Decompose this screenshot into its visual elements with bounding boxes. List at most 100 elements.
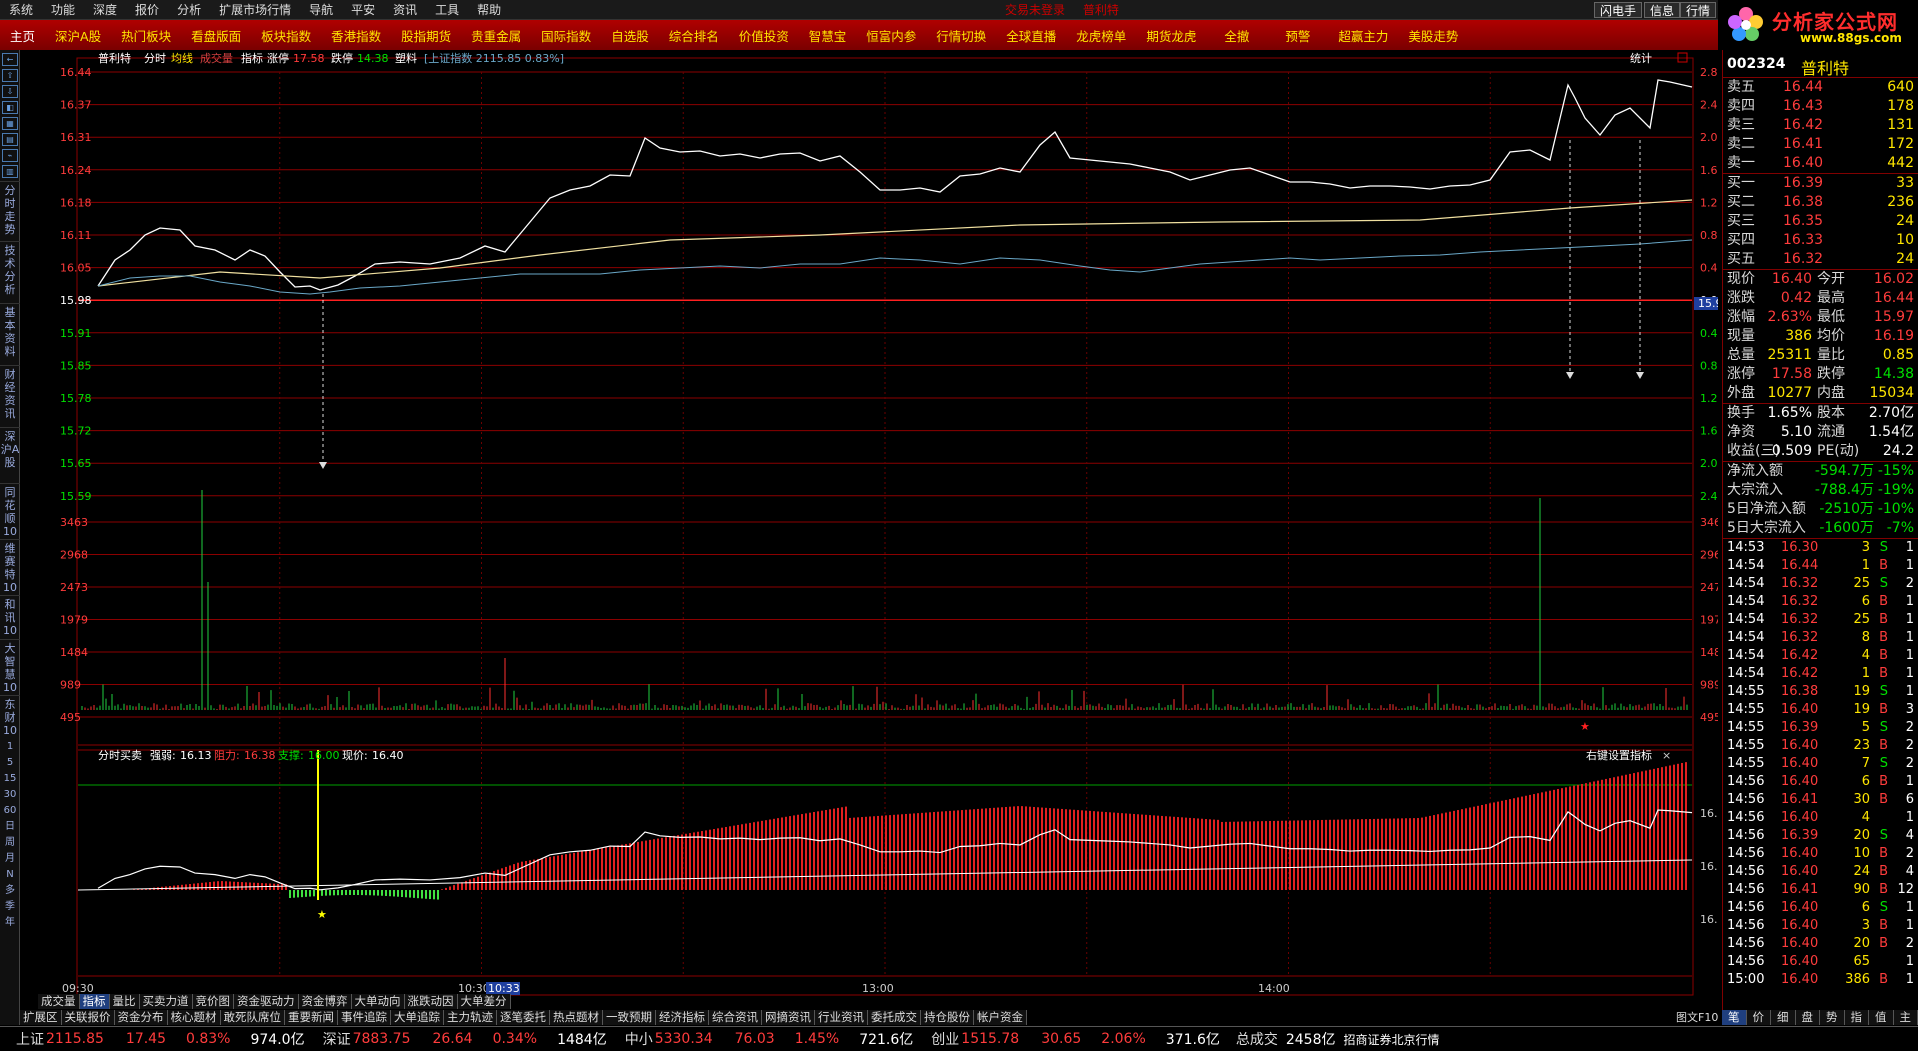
tab-extension-6[interactable]: 事件追踪 <box>338 1010 391 1025</box>
nav-item[interactable]: 自选股 <box>601 26 659 45</box>
nav-item[interactable]: 贵重金属 <box>461 26 531 45</box>
menu-quote[interactable]: 报价 <box>126 0 168 20</box>
market-button[interactable]: 行情 <box>1680 2 1717 18</box>
tab-extension-13[interactable]: 综合资讯 <box>709 1010 762 1025</box>
tab-extension-16[interactable]: 委托成交 <box>868 1010 921 1025</box>
nav-item[interactable]: 恒富内参 <box>856 26 926 45</box>
tab-volume[interactable]: 成交量 <box>200 51 233 65</box>
period-year[interactable]: 年 <box>0 915 20 931</box>
nav-item[interactable]: 综合排名 <box>659 26 729 45</box>
nav-item[interactable]: 深沪A股 <box>45 26 111 45</box>
tab-extension-11[interactable]: 一致预期 <box>603 1010 656 1025</box>
tab-indicator-4[interactable]: 竞价图 <box>192 994 234 1009</box>
tab-extension-8[interactable]: 主力轨迹 <box>444 1010 497 1025</box>
list-icon[interactable]: ▤ <box>2 133 18 146</box>
tab-right-2[interactable]: 细 <box>1771 1010 1796 1025</box>
tab-extension-0[interactable]: 扩展区 <box>20 1010 62 1025</box>
tab-indicator-9[interactable]: 大单差分 <box>457 994 511 1009</box>
sidebar-item-finance-news[interactable]: 财经资讯 <box>0 365 20 427</box>
tab-extension-5[interactable]: 重要新闻 <box>285 1010 338 1025</box>
tab-right-1[interactable]: 价 <box>1746 1010 1771 1025</box>
sidebar-item-ths10[interactable]: 同花顺10 <box>0 483 20 539</box>
nav-item[interactable]: 行情切换 <box>926 26 996 45</box>
nav-home[interactable]: 主页 <box>0 26 45 45</box>
menu-analysis[interactable]: 分析 <box>168 0 210 20</box>
menu-function[interactable]: 功能 <box>42 0 84 20</box>
flash-trade-button[interactable]: 闪电手 <box>1594 2 1643 18</box>
sidebar-item-wst10[interactable]: 维赛特10 <box>0 539 20 595</box>
down-arrow-icon[interactable]: ⇩ <box>2 85 18 98</box>
nav-item[interactable]: 全球直播 <box>996 26 1066 45</box>
tab-right-0[interactable]: 笔 <box>1722 1010 1747 1025</box>
tab-indicator-2[interactable]: 量比 <box>109 994 140 1009</box>
menu-system[interactable]: 系统 <box>0 0 42 20</box>
period-n[interactable]: N <box>0 867 20 883</box>
tab-extension-9[interactable]: 逐笔委托 <box>497 1010 550 1025</box>
nav-item[interactable]: 国际指数 <box>531 26 601 45</box>
sidebar-item-dzh10[interactable]: 大智慧10 <box>0 639 20 695</box>
tab-extension-12[interactable]: 经济指标 <box>656 1010 709 1025</box>
nav-item[interactable]: 全撤 <box>1206 26 1267 45</box>
tab-intraday[interactable]: 分时 <box>144 52 166 65</box>
intraday-chart[interactable]: ★ ★ 16.44 2.88% 16.37 2.47% 16.31 2.06% 16.24 1.… <box>20 50 1718 1010</box>
tab-extension-1[interactable]: 关联报价 <box>61 1010 115 1025</box>
tab-extension-2[interactable]: 资金分布 <box>114 1010 168 1025</box>
menu-tools[interactable]: 工具 <box>426 0 468 20</box>
tab-right-3[interactable]: 盘 <box>1795 1010 1820 1025</box>
tab-right-4[interactable]: 势 <box>1820 1010 1845 1025</box>
chart-canvas[interactable]: ★ ★ 16.44 2.88% 16.37 2.47% 16.31 2.06% 16.24 1.… <box>20 50 1718 1010</box>
period-15[interactable]: 15 <box>0 771 20 787</box>
nav-item[interactable]: 超赢主力 <box>1328 26 1398 45</box>
nav-item[interactable]: 智慧宝 <box>799 26 857 45</box>
period-day[interactable]: 日 <box>0 819 20 835</box>
up-arrow-icon[interactable]: ⇧ <box>2 69 18 82</box>
sidebar-item-a-shares[interactable]: 深沪A股 <box>0 427 20 483</box>
nav-item[interactable]: 热门板块 <box>111 26 181 45</box>
stats-button[interactable]: 统计 <box>1630 52 1652 65</box>
sidebar-item-technical[interactable]: 技术分析 <box>0 241 20 303</box>
window-icon[interactable]: ◧ <box>2 101 18 114</box>
nav-item[interactable]: 预警 <box>1267 26 1328 45</box>
grid-icon[interactable]: ▦ <box>2 117 18 130</box>
close-icon[interactable]: × <box>1662 749 1671 762</box>
nav-item[interactable]: 龙虎榜单 <box>1066 26 1136 45</box>
sidebar-item-hexun10[interactable]: 和讯10 <box>0 595 20 639</box>
info-button[interactable]: 信息 <box>1644 2 1681 18</box>
nav-item[interactable]: 香港指数 <box>321 26 391 45</box>
period-60[interactable]: 60 <box>0 803 20 819</box>
sidebar-item-eastmoney10[interactable]: 东财10 <box>0 695 20 739</box>
tab-extension-10[interactable]: 热点题材 <box>550 1010 603 1025</box>
tick-list[interactable]: 14:53 16.30 3 S 1 14:54 16.44 1 B 1 14:54 16.32 25 S 2… <box>1723 539 1918 989</box>
f10-label[interactable]: 图文F10 <box>1676 1010 1718 1025</box>
tab-indicator-0[interactable]: 成交量 <box>38 994 80 1009</box>
nav-item[interactable]: 股指期货 <box>391 26 461 45</box>
menu-help[interactable]: 帮助 <box>468 0 510 20</box>
tab-right-7[interactable]: 主 <box>1893 1010 1918 1025</box>
menu-pingan[interactable]: 平安 <box>342 0 384 20</box>
kline-icon[interactable]: ▥ <box>2 165 18 178</box>
tab-right-5[interactable]: 指 <box>1844 1010 1869 1025</box>
tab-right-6[interactable]: 值 <box>1869 1010 1894 1025</box>
tab-extension-14[interactable]: 网摘资讯 <box>762 1010 815 1025</box>
sidebar-item-intraday[interactable]: 分时走势 <box>0 181 20 241</box>
menu-depth[interactable]: 深度 <box>84 0 126 20</box>
period-season[interactable]: 季 <box>0 899 20 915</box>
tab-indicator-3[interactable]: 买卖力道 <box>139 994 193 1009</box>
tab-indicator-8[interactable]: 涨跌动因 <box>404 994 458 1009</box>
tab-indicator-7[interactable]: 大单动向 <box>351 994 405 1009</box>
trend-icon[interactable]: ⌁ <box>2 149 18 162</box>
period-5[interactable]: 5 <box>0 755 20 771</box>
tab-extension-17[interactable]: 持仓股份 <box>921 1010 974 1025</box>
sidebar-item-fundamentals[interactable]: 基本资料 <box>0 303 20 365</box>
tab-extension-7[interactable]: 大单追踪 <box>391 1010 444 1025</box>
period-month[interactable]: 月 <box>0 851 20 867</box>
nav-item[interactable]: 板块指数 <box>251 26 321 45</box>
back-arrow-icon[interactable]: ← <box>2 53 18 66</box>
tab-indicator-1[interactable]: 指标 <box>79 994 110 1009</box>
nav-item[interactable]: 期货龙虎 <box>1136 26 1206 45</box>
tab-extension-18[interactable]: 帐户资金 <box>974 1010 1027 1025</box>
period-30[interactable]: 30 <box>0 787 20 803</box>
period-1[interactable]: 1 <box>0 739 20 755</box>
menu-navigate[interactable]: 导航 <box>300 0 342 20</box>
tab-indicator-5[interactable]: 资金驱动力 <box>234 994 299 1009</box>
